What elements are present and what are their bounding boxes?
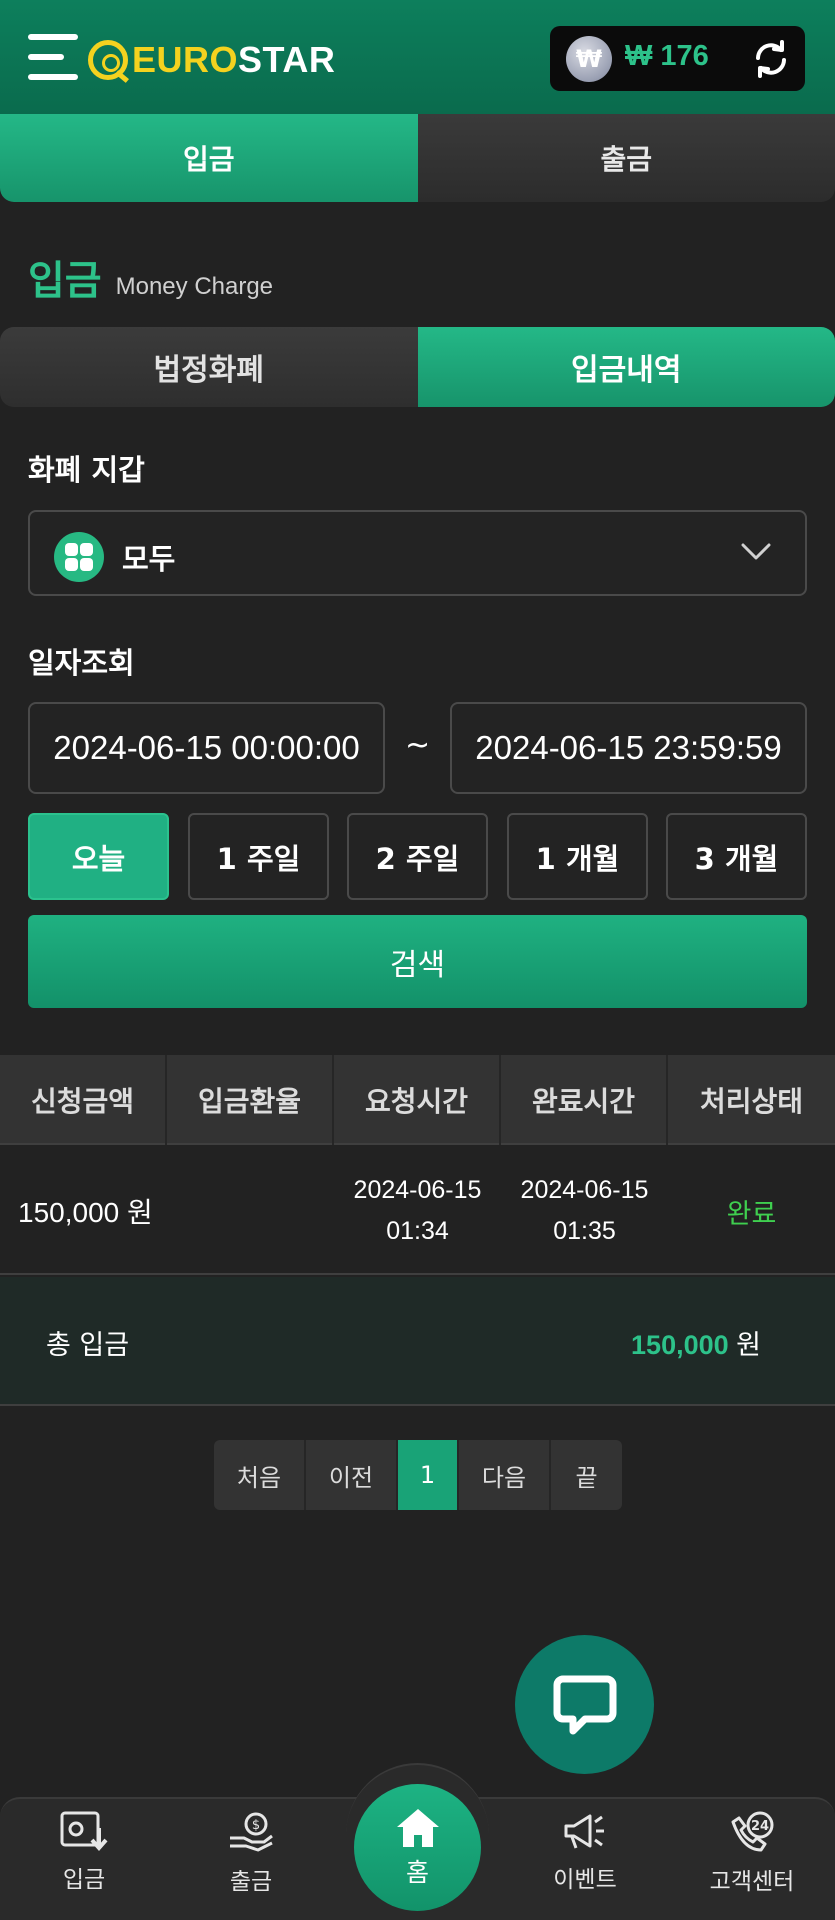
home-icon — [396, 1808, 439, 1847]
total-value: 150,000 원 — [631, 1323, 761, 1362]
tab-fiat[interactable]: 법정화폐 — [0, 327, 418, 407]
date-query-label: 일자조회 — [28, 646, 135, 680]
nav-home[interactable]: 홈 — [354, 1784, 481, 1911]
top-header: EURO STAR ₩ ₩ 176 — [0, 0, 835, 114]
row-amount: 150,000 원 — [18, 1197, 153, 1228]
nav-withdraw[interactable]: $ 출금 — [181, 1810, 321, 1910]
nav-support[interactable]: 24 고객센터 — [682, 1810, 822, 1910]
row-complete-time: 2024-06-15 01:35 — [501, 1147, 668, 1275]
page-title: 입금 Money Charge — [28, 248, 273, 306]
start-date-field[interactable]: 2024-06-15 00:00:00 — [28, 702, 385, 794]
logo-star-text: STAR — [238, 39, 336, 80]
nav-event[interactable]: 이벤트 — [515, 1810, 655, 1910]
row-request-time-text: 01:34 — [386, 1217, 449, 1245]
tab-withdraw[interactable]: 출금 — [417, 114, 835, 202]
svg-text:$: $ — [252, 1818, 260, 1833]
total-unit: 원 — [736, 1330, 761, 1360]
chat-bubble-icon — [553, 1675, 616, 1734]
period-1month-button[interactable]: 1 개월 — [507, 813, 648, 900]
currency-symbol: ₩ — [575, 45, 603, 73]
period-today-button[interactable]: 오늘 — [28, 813, 169, 900]
grid-icon — [54, 532, 104, 582]
nav-deposit[interactable]: 입금 — [14, 1810, 154, 1910]
balance-value: ₩ 176 — [625, 40, 709, 72]
chevron-down-icon — [741, 543, 771, 560]
chat-button[interactable] — [515, 1635, 654, 1774]
support-24-icon: 24 — [731, 1811, 774, 1852]
refresh-icon[interactable] — [750, 38, 792, 80]
row-complete-date-text: 2024-06-15 — [520, 1176, 649, 1204]
search-button[interactable]: 검색 — [28, 915, 807, 1008]
tab-deposit[interactable]: 입금 — [0, 114, 418, 202]
page-title-ko: 입금 — [28, 258, 102, 304]
period-3month-button[interactable]: 3 개월 — [666, 813, 807, 900]
nav-withdraw-label: 출금 — [229, 1869, 273, 1895]
pagination: 처음 이전 1 다음 끝 — [214, 1440, 622, 1510]
table-row: 150,000 원 2024-06-15 01:34 2024-06-15 01… — [0, 1147, 835, 1275]
total-label: 총 입금 — [46, 1330, 130, 1361]
col-deposit-rate: 입금환율 — [167, 1055, 334, 1145]
wallet-select-value: 모두 — [122, 542, 176, 576]
row-status: 완료 — [726, 1198, 777, 1230]
wallet-label: 화폐 지갑 — [28, 453, 145, 487]
date-separator: ~ — [405, 728, 431, 763]
sub-tabs: 법정화폐 입금내역 — [0, 327, 835, 407]
col-request-amount: 신청금액 — [0, 1055, 167, 1145]
nav-deposit-label: 입금 — [62, 1867, 106, 1893]
wallet-select[interactable]: 모두 — [28, 510, 807, 596]
nav-home-label: 홈 — [405, 1857, 429, 1887]
logo-mark-icon — [88, 40, 128, 80]
total-deposit-bar: 총 입금 150,000 원 — [0, 1277, 835, 1406]
deposit-icon — [60, 1811, 108, 1852]
menu-icon[interactable] — [28, 32, 80, 82]
page-prev-button[interactable]: 이전 — [306, 1440, 398, 1510]
row-request-time: 2024-06-15 01:34 — [334, 1147, 501, 1275]
col-complete-time: 완료시간 — [501, 1055, 668, 1145]
page-first-button[interactable]: 처음 — [214, 1440, 306, 1510]
row-request-date-text: 2024-06-15 — [353, 1176, 482, 1204]
page-number-button[interactable]: 1 — [398, 1440, 459, 1510]
col-request-time: 요청시간 — [334, 1055, 501, 1145]
total-amount: 150,000 — [631, 1330, 729, 1360]
row-complete-time-text: 01:35 — [553, 1217, 616, 1245]
withdraw-icon: $ — [230, 1812, 273, 1852]
logo[interactable]: EURO STAR — [88, 36, 335, 84]
support-badge-text: 24 — [751, 1819, 769, 1834]
balance-box: ₩ ₩ 176 — [550, 26, 805, 91]
main-tabs: 입금 출금 — [0, 114, 835, 202]
logo-euro-text: EURO — [132, 39, 239, 80]
table-header: 신청금액 입금환율 요청시간 완료시간 처리상태 — [0, 1055, 835, 1145]
nav-support-label: 고객센터 — [709, 1869, 795, 1895]
col-status: 처리상태 — [699, 1085, 804, 1118]
won-coin-icon: ₩ — [566, 36, 612, 82]
tab-deposit-history[interactable]: 입금내역 — [417, 327, 835, 407]
page-title-en: Money Charge — [115, 273, 274, 300]
period-1week-button[interactable]: 1 주일 — [188, 813, 329, 900]
page-next-button[interactable]: 다음 — [459, 1440, 551, 1510]
period-2week-button[interactable]: 2 주일 — [347, 813, 488, 900]
end-date-field[interactable]: 2024-06-15 23:59:59 — [450, 702, 807, 794]
page-last-button[interactable]: 끝 — [551, 1440, 622, 1510]
nav-event-label: 이벤트 — [553, 1867, 617, 1893]
megaphone-icon — [564, 1814, 604, 1849]
